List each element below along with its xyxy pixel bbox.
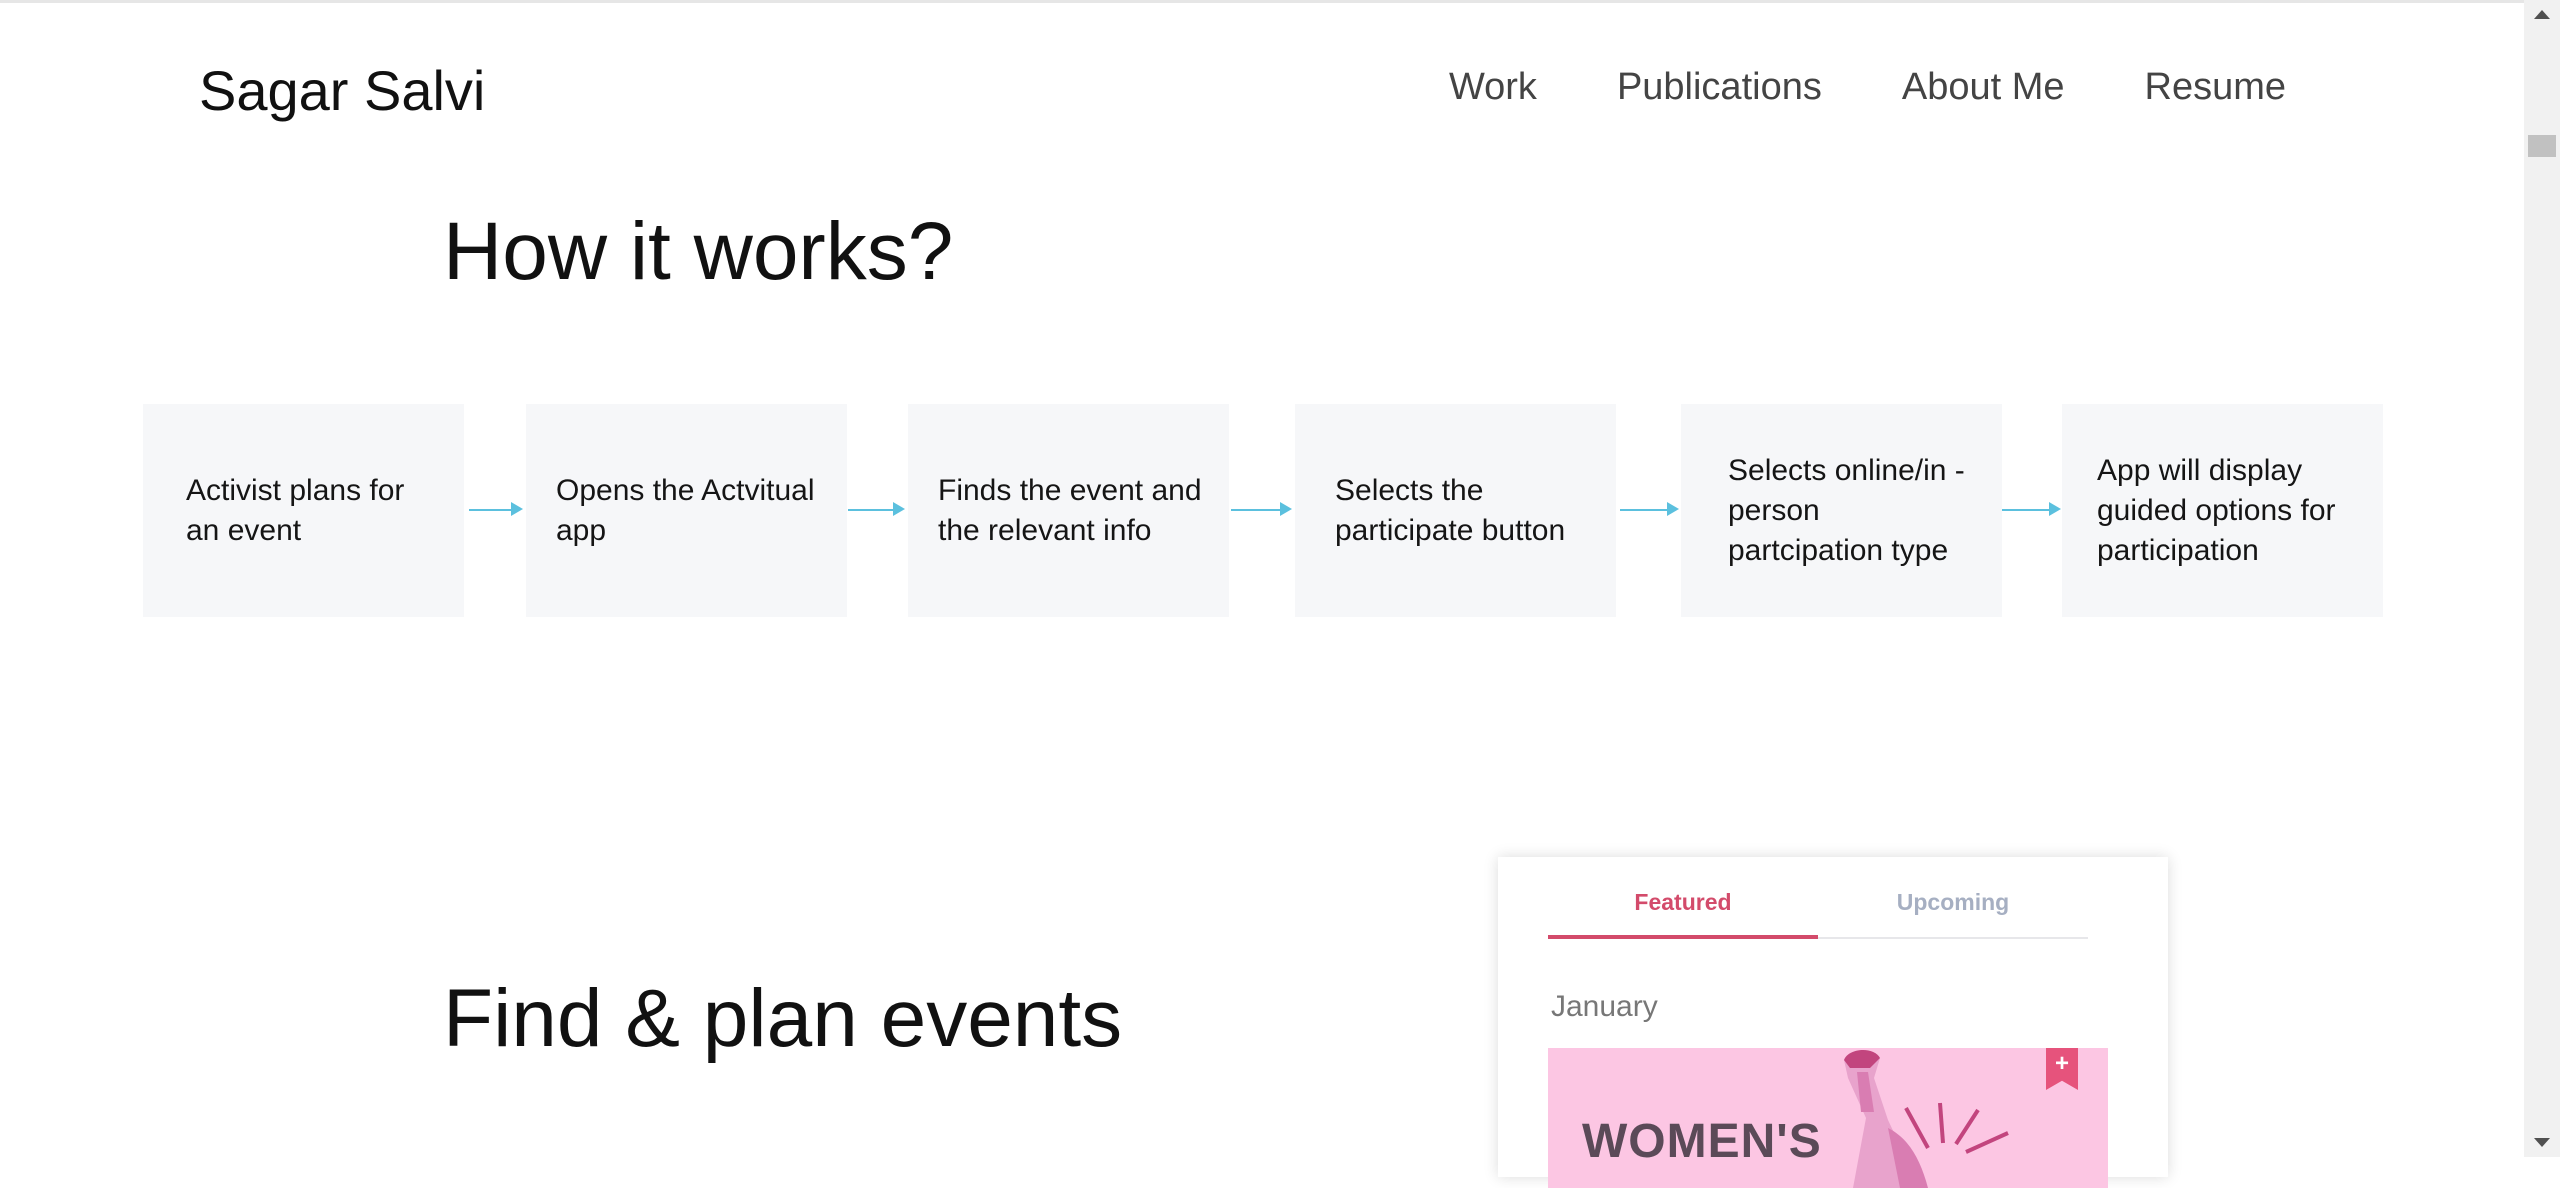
- nav-link-resume[interactable]: Resume: [2145, 66, 2287, 109]
- flow-arrow-icon: [1620, 502, 1679, 516]
- flow-step-text: Selects online/in -person partcipation t…: [1728, 453, 1965, 567]
- nav-link-about-me[interactable]: About Me: [1902, 66, 2065, 109]
- flow-step-text: Selects the participate button: [1335, 473, 1566, 547]
- flow-step-5: Selects online/in -person partcipation t…: [1681, 404, 2002, 617]
- flow-arrow-icon: [1231, 502, 1292, 516]
- flow-arrow-icon: [848, 502, 905, 516]
- flow-step-2: Opens the Actvitual app: [526, 404, 847, 617]
- event-tabs: Featured Upcoming: [1548, 887, 2088, 939]
- scroll-up-arrow-icon[interactable]: [2534, 10, 2550, 19]
- scrollbar-thumb[interactable]: [2528, 135, 2556, 157]
- flow-step-text: App will display guided options for part…: [2097, 453, 2336, 567]
- banner-title: WOMEN'S: [1582, 1115, 1822, 1168]
- scroll-down-arrow-icon[interactable]: [2534, 1138, 2550, 1147]
- flow-step-1: Activist plans for an event: [143, 404, 464, 617]
- nav-link-publications[interactable]: Publications: [1617, 66, 1822, 109]
- flow-arrow-icon: [469, 502, 523, 516]
- flow-step-6: App will display guided options for part…: [2062, 404, 2383, 617]
- page: Sagar Salvi Work Publications About Me R…: [0, 0, 2524, 1188]
- tab-upcoming[interactable]: Upcoming: [1818, 887, 2088, 937]
- flow-step-text: Finds the event and the relevant info: [938, 473, 1202, 547]
- event-banner-image[interactable]: WOMEN'S +: [1548, 1048, 2108, 1188]
- flow-step-text: Activist plans for an event: [186, 473, 405, 547]
- month-label: January: [1551, 990, 1658, 1023]
- main-nav: Work Publications About Me Resume: [1449, 66, 2286, 109]
- how-it-works-heading: How it works?: [443, 206, 954, 297]
- page-scrollbar[interactable]: [2524, 0, 2560, 1157]
- tab-featured[interactable]: Featured: [1548, 887, 1818, 939]
- flow-step-text: Opens the Actvitual app: [556, 473, 815, 547]
- site-brand[interactable]: Sagar Salvi: [199, 58, 485, 123]
- find-plan-events-heading: Find & plan events: [443, 973, 1123, 1064]
- process-flow: Activist plans for an event Opens the Ac…: [143, 404, 2383, 617]
- nav-link-work[interactable]: Work: [1449, 66, 1537, 109]
- flow-step-3: Finds the event and the relevant info: [908, 404, 1229, 617]
- flow-arrow-icon: [2002, 502, 2061, 516]
- app-screen-card: Featured Upcoming January WOMEN'S +: [1498, 857, 2168, 1188]
- flow-step-4: Selects the participate button: [1295, 404, 1616, 617]
